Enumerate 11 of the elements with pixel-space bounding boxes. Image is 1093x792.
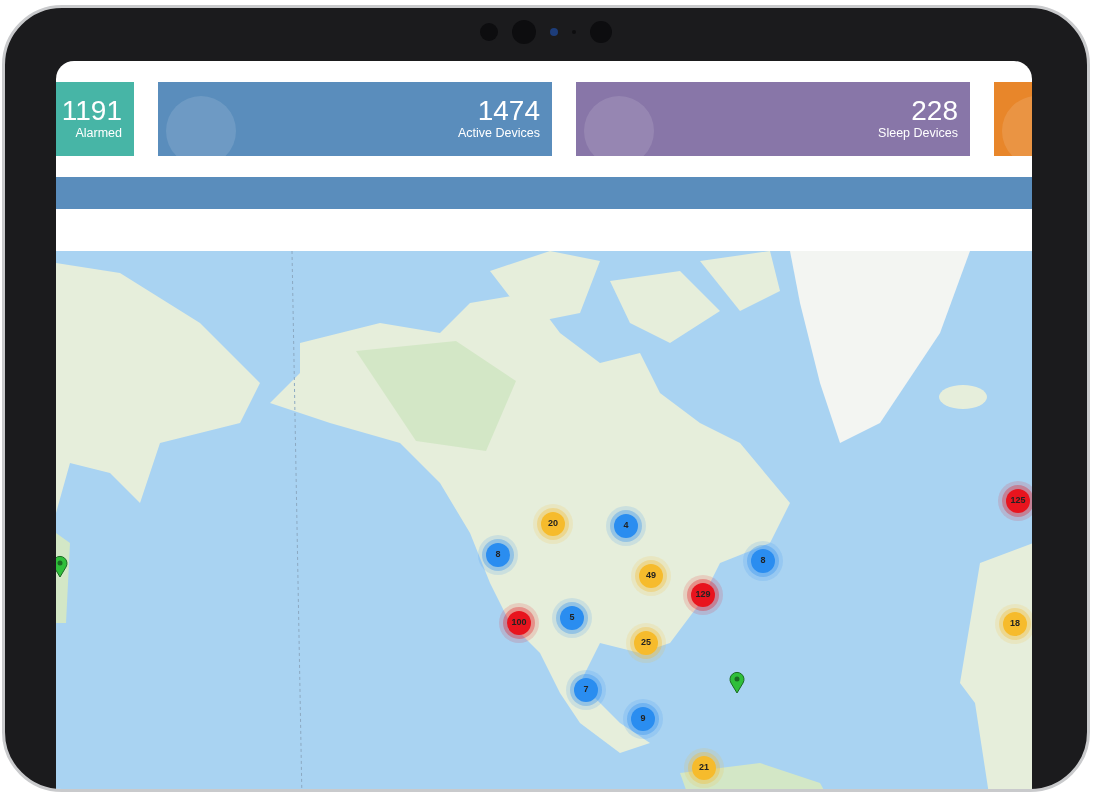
stat-label: Sleep Devices [878,124,958,142]
circle-icon [166,96,236,156]
map-pin-icon[interactable] [56,555,68,577]
stat-value: 1191 [61,96,122,125]
stat-label: Active Devices [458,124,540,142]
stat-value: 1474 [477,96,540,125]
circle-icon [584,96,654,156]
camera-icon [480,20,612,44]
stat-label: Alarmed [75,124,122,142]
stat-value: 228 [911,96,958,125]
map-pin-icon[interactable] [729,671,745,693]
